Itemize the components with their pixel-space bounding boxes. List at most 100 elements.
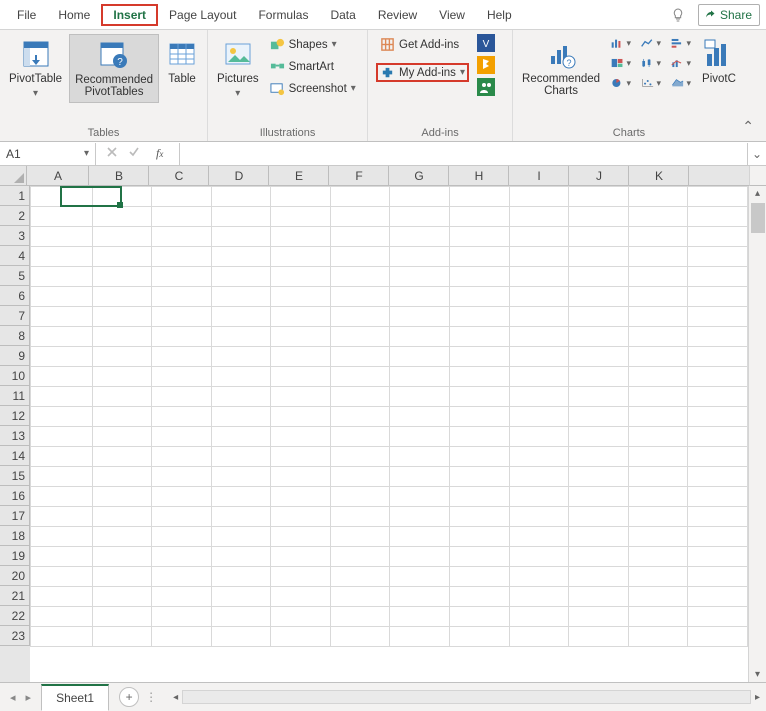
row-header[interactable]: 9 — [0, 346, 30, 366]
cell[interactable] — [330, 247, 390, 267]
row-header[interactable]: 15 — [0, 466, 30, 486]
cell[interactable] — [688, 307, 748, 327]
row-header[interactable]: 7 — [0, 306, 30, 326]
cell[interactable] — [31, 607, 93, 627]
stat-chart-icon[interactable]: ▾ — [641, 56, 661, 70]
tab-page-layout[interactable]: Page Layout — [158, 4, 247, 26]
tab-file[interactable]: File — [6, 4, 47, 26]
cell[interactable] — [450, 227, 510, 247]
cell[interactable] — [569, 407, 629, 427]
row-header[interactable]: 20 — [0, 566, 30, 586]
hierarchy-chart-icon[interactable]: ▾ — [611, 56, 631, 70]
cell[interactable] — [330, 447, 390, 467]
cell[interactable] — [271, 587, 331, 607]
cell[interactable] — [688, 267, 748, 287]
collapse-ribbon-icon[interactable]: ⌃ — [742, 118, 754, 135]
cell[interactable] — [152, 347, 212, 367]
cell[interactable] — [390, 327, 450, 347]
cell[interactable] — [569, 347, 629, 367]
cell[interactable] — [688, 367, 748, 387]
cell[interactable] — [688, 487, 748, 507]
cell[interactable] — [152, 307, 212, 327]
cell[interactable] — [211, 467, 271, 487]
cell[interactable] — [92, 627, 152, 647]
cell[interactable] — [330, 607, 390, 627]
cell[interactable] — [509, 507, 569, 527]
cell[interactable] — [390, 307, 450, 327]
cell[interactable] — [211, 187, 271, 207]
cell[interactable] — [211, 347, 271, 367]
tab-view[interactable]: View — [428, 4, 476, 26]
cell[interactable] — [569, 207, 629, 227]
cell[interactable] — [211, 367, 271, 387]
cell[interactable] — [211, 447, 271, 467]
cell[interactable] — [31, 227, 93, 247]
cell[interactable] — [152, 447, 212, 467]
cell[interactable] — [450, 367, 510, 387]
cell[interactable] — [271, 287, 331, 307]
cell[interactable] — [509, 427, 569, 447]
tab-insert[interactable]: Insert — [101, 4, 158, 26]
cell[interactable] — [509, 587, 569, 607]
cell[interactable] — [569, 447, 629, 467]
cell[interactable] — [628, 287, 688, 307]
column-header[interactable]: J — [569, 166, 629, 186]
cell[interactable] — [271, 527, 331, 547]
cell[interactable] — [509, 367, 569, 387]
cell[interactable] — [569, 487, 629, 507]
cell[interactable] — [152, 527, 212, 547]
chevron-down-icon[interactable]: ▾ — [84, 148, 89, 159]
cell[interactable] — [688, 547, 748, 567]
cell[interactable] — [569, 567, 629, 587]
cell[interactable] — [688, 227, 748, 247]
cell[interactable] — [390, 547, 450, 567]
cell[interactable] — [390, 267, 450, 287]
cell[interactable] — [509, 407, 569, 427]
cell[interactable] — [450, 347, 510, 367]
cell[interactable] — [271, 327, 331, 347]
cell[interactable] — [569, 247, 629, 267]
cell[interactable] — [509, 267, 569, 287]
cell[interactable] — [628, 367, 688, 387]
chart-gallery[interactable]: ▾ ▾ ▾ ▾ ▾ ▾ ▾ ▾ ▾ — [607, 34, 695, 92]
cell[interactable] — [271, 207, 331, 227]
cell[interactable] — [92, 607, 152, 627]
row-header[interactable]: 12 — [0, 406, 30, 426]
cell[interactable] — [271, 187, 331, 207]
cell[interactable] — [569, 227, 629, 247]
column-chart-icon[interactable]: ▾ — [611, 36, 631, 50]
cell[interactable] — [390, 347, 450, 367]
cell[interactable] — [688, 607, 748, 627]
scroll-left-icon[interactable]: ◂ — [173, 692, 178, 703]
row-header[interactable]: 13 — [0, 426, 30, 446]
cell[interactable] — [390, 507, 450, 527]
recommended-pivottables-button[interactable]: ? Recommended PivotTables — [69, 34, 159, 103]
cell[interactable] — [569, 627, 629, 647]
cell[interactable] — [211, 627, 271, 647]
cell[interactable] — [211, 427, 271, 447]
cell[interactable] — [450, 547, 510, 567]
scroll-right-icon[interactable]: ▸ — [755, 692, 760, 703]
insert-function-icon[interactable]: fx — [150, 146, 169, 161]
cell[interactable] — [509, 287, 569, 307]
cell[interactable] — [688, 347, 748, 367]
cell[interactable] — [271, 547, 331, 567]
cell[interactable] — [688, 187, 748, 207]
cell[interactable] — [509, 487, 569, 507]
cell[interactable] — [271, 227, 331, 247]
line-chart-icon[interactable]: ▾ — [641, 36, 661, 50]
cell[interactable] — [628, 467, 688, 487]
cell[interactable] — [330, 267, 390, 287]
sheet-tab-active[interactable]: Sheet1 — [41, 684, 109, 711]
cell[interactable] — [509, 347, 569, 367]
cell[interactable] — [271, 607, 331, 627]
cell[interactable] — [569, 547, 629, 567]
cell[interactable] — [92, 307, 152, 327]
cell[interactable] — [628, 607, 688, 627]
cell[interactable] — [628, 387, 688, 407]
cell[interactable] — [211, 387, 271, 407]
cell[interactable] — [330, 327, 390, 347]
scatter-chart-icon[interactable]: ▾ — [641, 76, 661, 90]
cell[interactable] — [31, 287, 93, 307]
cell[interactable] — [152, 627, 212, 647]
